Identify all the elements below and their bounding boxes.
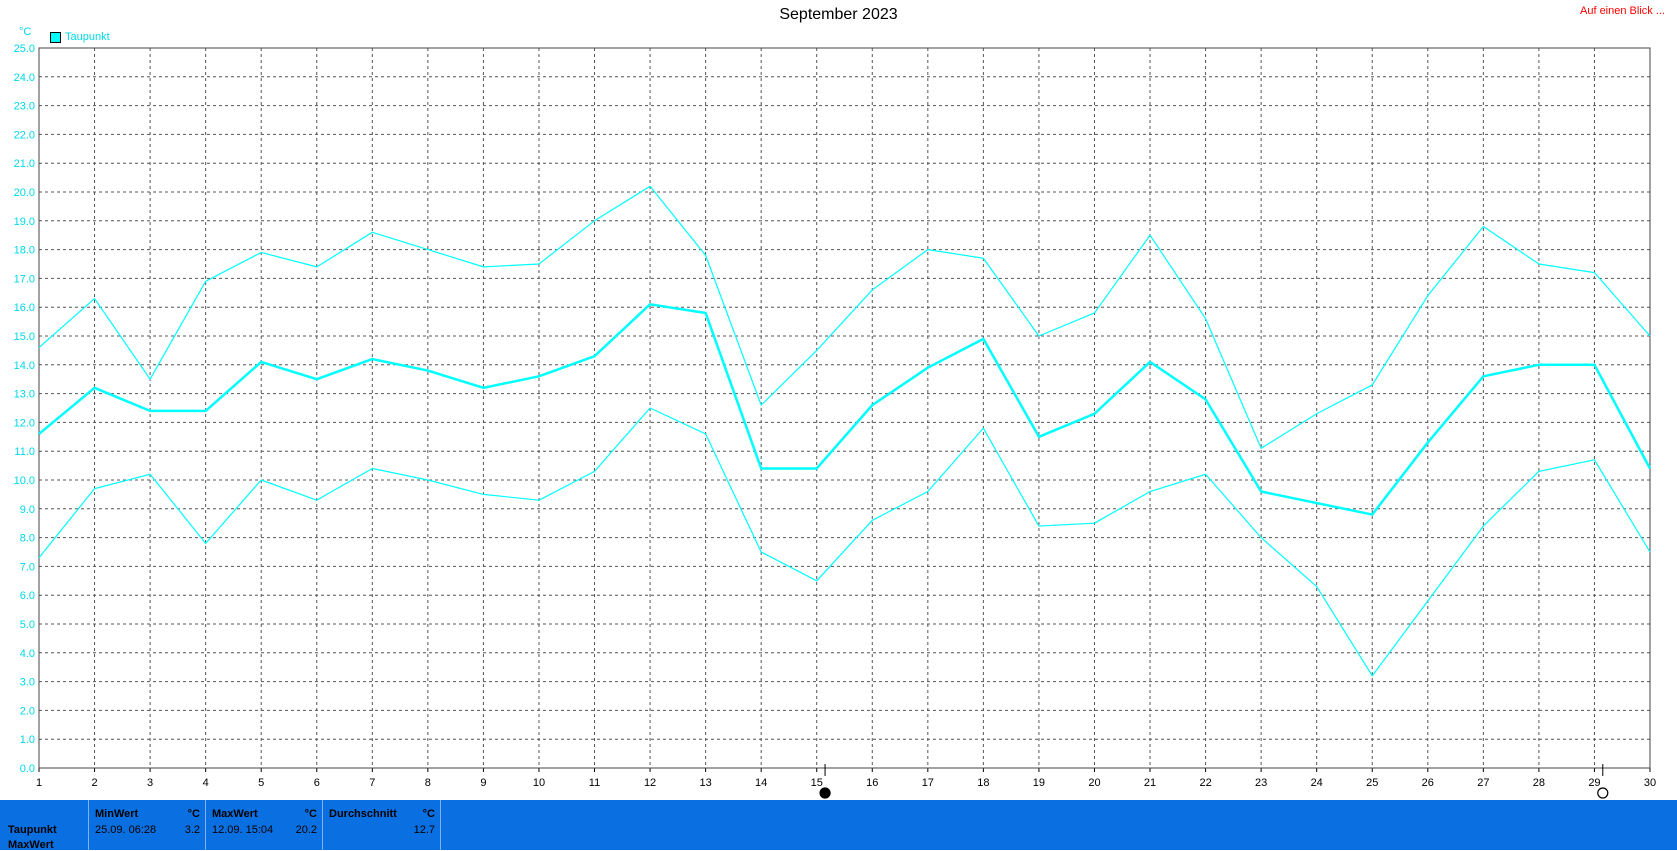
stats-min-value: 3.2 [184,824,200,836]
new-moon-icon [819,787,831,799]
plot-frame [38,47,1651,769]
chart-title: September 2023 [779,6,898,23]
stats-min-cell: MinWert °C 25.09. 06:28 3.2 [88,800,206,850]
x-tick-label: 27 [1477,777,1489,789]
y-tick-label: 17.0 [14,273,35,285]
x-tick-label: 30 [1644,777,1656,789]
y-tick-label: 14.0 [14,360,35,372]
stats-max-cell: MaxWert °C 12.09. 15:04 20.2 [205,800,323,850]
x-tick-label: 20 [1088,777,1100,789]
x-tick-label: 26 [1422,777,1434,789]
x-tick-label: 9 [480,777,486,789]
stats-avg-header: Durchschnitt [329,808,397,820]
y-tick-label: 15.0 [14,331,35,343]
x-tick-label: 11 [589,777,600,789]
y-tick-label: 24.0 [14,72,35,84]
x-tick-label: 24 [1311,777,1323,789]
stats-max-value: 20.2 [295,824,317,836]
x-tick-label: 14 [755,777,767,789]
y-tick-label: 8.0 [20,533,35,545]
stats-avg-value: 12.7 [413,824,435,836]
x-tick-label: 5 [258,777,264,789]
y-tick-label: 25.0 [14,43,35,55]
y-tick-label: 10.0 [14,475,35,487]
x-tick-label: 15 [811,777,823,789]
y-tick-label: 6.0 [20,590,35,602]
y-tick-label: 20.0 [14,187,35,199]
stats-min-date: 25.09. 06:28 [95,824,157,836]
x-tick-label: 25 [1366,777,1378,789]
x-tick-label: 10 [533,777,545,789]
stats-divider [440,800,441,850]
x-tick-label: 22 [1199,777,1211,789]
stats-min-header: MinWert [95,808,139,820]
y-tick-label: 0.0 [20,763,35,775]
y-tick-label: 1.0 [20,734,35,746]
chart: 0.01.02.03.04.05.06.07.08.09.010.011.012… [14,43,1656,799]
statistics-panel: Taupunkt MaxWert MinWert °C 25.09. 06:28… [0,800,1677,851]
x-tick-label: 28 [1533,777,1545,789]
y-tick-label: 21.0 [14,158,35,170]
stats-avg-cell: Durchschnitt °C 12.7 [322,800,441,850]
x-tick-label: 1 [36,777,42,789]
stats-avg-unit: °C [422,808,435,820]
stats-row-label-2: MaxWert [8,839,54,851]
stats-row-label: Taupunkt [8,824,57,836]
x-tick-label: 3 [147,777,153,789]
y-tick-label: 16.0 [14,302,35,314]
x-tick-label: 12 [644,777,656,789]
stats-min-unit: °C [187,808,200,820]
y-tick-label: 7.0 [20,561,35,573]
x-tick-label: 19 [1033,777,1045,789]
y-tick-label: 12.0 [14,417,35,429]
y-tick-label: 19.0 [14,216,35,228]
x-tick-label: 4 [203,777,209,789]
legend: Taupunkt [50,31,110,43]
y-tick-label: 9.0 [20,504,35,516]
stats-max-date: 12.09. 15:04 [212,824,274,836]
y-axis-unit: °C [19,26,32,38]
stats-max-unit: °C [304,808,317,820]
full-moon-icon [1597,787,1609,799]
overview-link[interactable]: Auf einen Blick ... [1580,5,1665,17]
y-tick-label: 5.0 [20,619,35,631]
x-tick-label: 16 [866,777,878,789]
x-tick-label: 2 [91,777,97,789]
x-tick-label: 6 [314,777,320,789]
y-tick-label: 23.0 [14,101,35,113]
y-tick-label: 22.0 [14,129,35,141]
y-tick-label: 11.0 [14,446,35,458]
series-line-min [38,407,1651,677]
y-tick-label: 3.0 [20,677,35,689]
y-tick-label: 18.0 [14,245,35,257]
x-tick-label: 18 [977,777,989,789]
legend-label: Taupunkt [65,31,110,43]
x-tick-label: 13 [699,777,711,789]
y-tick-label: 13.0 [14,389,35,401]
x-tick-label: 23 [1255,777,1267,789]
legend-swatch [50,31,61,43]
x-tick-label: 8 [425,777,431,789]
x-tick-label: 29 [1588,777,1600,789]
y-tick-label: 2.0 [20,705,35,717]
series-line-max [38,185,1651,449]
stats-max-header: MaxWert [212,808,258,820]
y-tick-label: 4.0 [20,648,35,660]
x-tick-label: 17 [922,777,934,789]
x-tick-label: 21 [1144,777,1156,789]
x-tick-label: 7 [369,777,375,789]
